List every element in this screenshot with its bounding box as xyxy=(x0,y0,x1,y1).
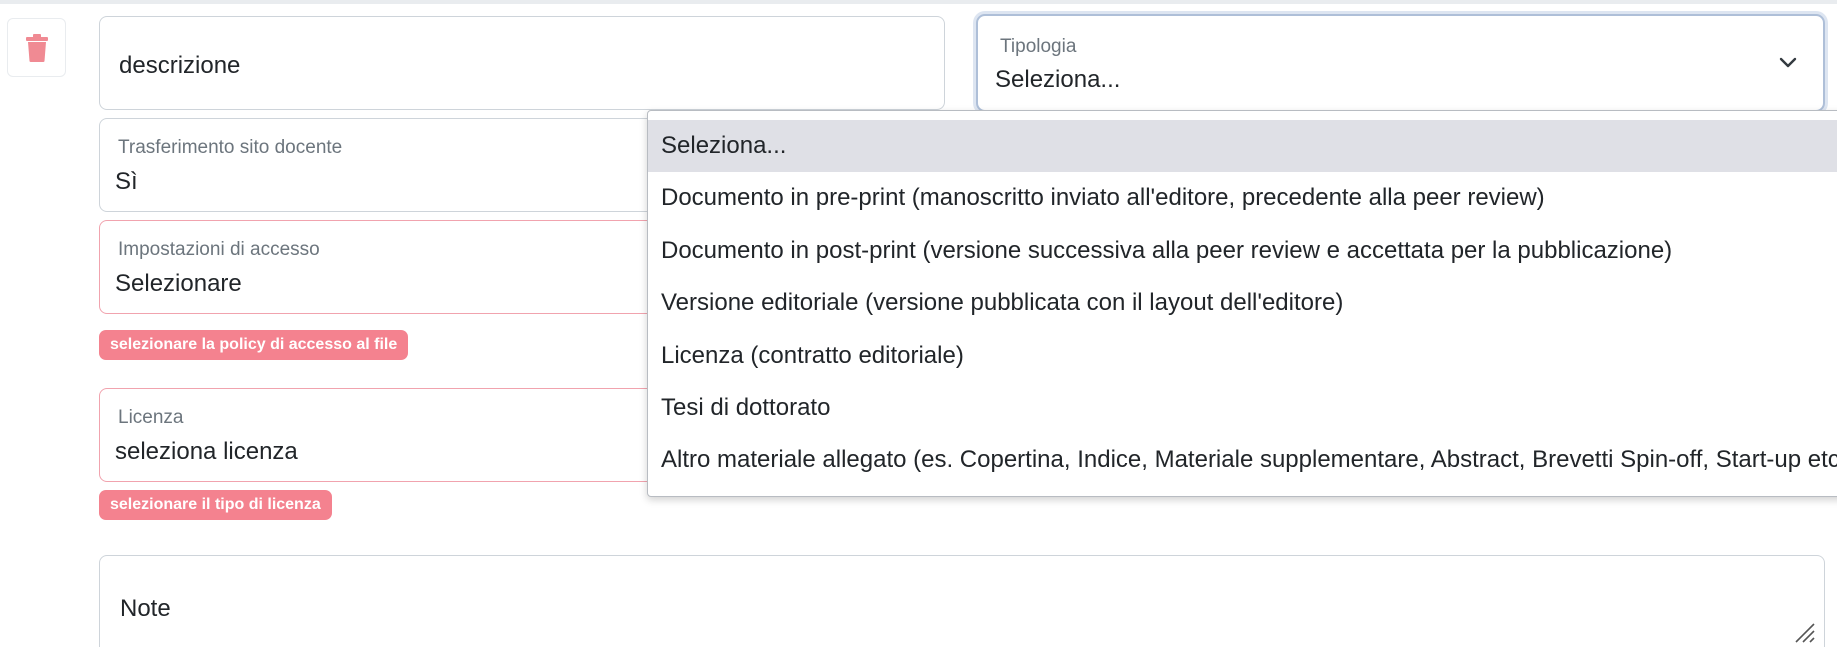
licenza-value: seleziona licenza xyxy=(115,438,298,465)
dropdown-option[interactable]: Licenza (contratto editoriale) xyxy=(648,330,1837,382)
chevron-down-icon xyxy=(1779,57,1797,68)
delete-button[interactable] xyxy=(7,18,66,77)
note-value: Note xyxy=(120,595,171,622)
trasferimento-value: Sì xyxy=(115,168,138,195)
impostazioni-value: Selezionare xyxy=(115,270,242,297)
tipologia-value: Seleziona... xyxy=(995,66,1121,93)
trash-icon xyxy=(25,33,48,62)
upload-form-screen: descrizione Tipologia Seleziona... Trasf… xyxy=(0,0,1837,647)
dropdown-option[interactable]: Tesi di dottorato xyxy=(648,382,1837,434)
resize-grip-icon[interactable] xyxy=(1790,618,1816,644)
tipologia-label: Tipologia xyxy=(1000,36,1077,57)
license-error-badge: selezionare il tipo di licenza xyxy=(99,490,332,520)
trasferimento-label: Trasferimento sito docente xyxy=(118,137,343,158)
dropdown-option[interactable]: Documento in pre-print (manoscritto invi… xyxy=(648,172,1837,224)
licenza-label: Licenza xyxy=(118,407,184,428)
tipologia-select[interactable]: Tipologia Seleziona... xyxy=(976,14,1825,112)
top-divider xyxy=(0,0,1837,4)
access-policy-error-badge: selezionare la policy di accesso al file xyxy=(99,330,409,360)
impostazioni-label: Impostazioni di accesso xyxy=(118,239,320,260)
dropdown-option[interactable]: Versione editoriale (versione pubblicata… xyxy=(648,277,1837,329)
description-value: descrizione xyxy=(119,52,241,79)
dropdown-option[interactable]: Seleziona... xyxy=(648,120,1837,172)
dropdown-option[interactable]: Altro materiale allegato (es. Copertina,… xyxy=(648,434,1837,486)
dropdown-option[interactable]: Documento in post-print (versione succes… xyxy=(648,225,1837,277)
description-field[interactable]: descrizione xyxy=(99,16,945,110)
tipologia-dropdown-list: Seleziona... Documento in pre-print (man… xyxy=(647,110,1837,497)
note-textarea[interactable]: Note xyxy=(99,555,1825,647)
